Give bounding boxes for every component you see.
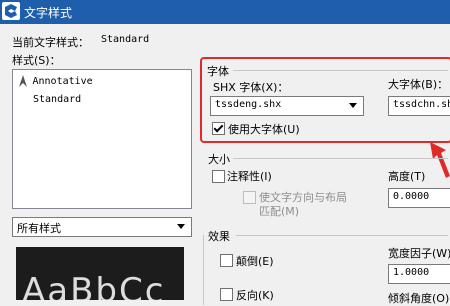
title-bar: 文字样式 [0,0,450,24]
size-group-divider [233,158,448,159]
styles-label: 样式(S)： [12,54,61,67]
style-filter-value: 所有样式 [17,222,61,235]
match-orientation-label-2: 匹配(M) [259,205,300,218]
annotative-icon [19,75,27,87]
height-label: 高度(T) [388,170,426,183]
backwards-checkbox[interactable] [220,288,233,301]
width-factor-input[interactable]: 1.0000 [388,264,450,284]
highlight-box [200,57,450,143]
annotative-label: 注释性(I) [227,170,272,183]
match-orientation-checkbox[interactable] [243,191,256,204]
upside-down-checkbox[interactable] [220,254,233,267]
oblique-angle-label: 倾斜角度(O)： [388,292,450,305]
height-input[interactable]: 0.0000 [388,188,450,208]
style-filter-dropdown[interactable]: 所有样式 [12,217,192,237]
list-item-label: Annotative [32,76,93,87]
upside-down-label: 颠倒(E) [236,255,274,268]
styles-list[interactable]: Annotative Standard [12,69,192,209]
effects-group-border [203,235,204,305]
current-style-value: Standard [101,34,150,45]
size-group-label: 大小 [208,153,230,166]
text-preview: AaBbCc [16,247,184,300]
list-item-annotative[interactable]: Annotative [17,74,93,87]
backwards-label: 反向(K) [236,289,274,302]
list-item-standard[interactable]: Standard [33,92,81,105]
width-factor-value: 1.0000 [393,267,430,278]
width-factor-label: 宽度因子(W)： [388,247,450,260]
window-title: 文字样式 [24,6,73,20]
red-arrow-icon [430,142,450,178]
preview-text: AaBbCc [22,271,166,300]
chevron-down-icon [177,224,185,229]
effects-group-label: 效果 [208,230,230,243]
current-style-label: 当前文字样式： [12,36,89,49]
effects-group-divider [236,235,448,236]
height-value: 0.0000 [393,191,430,202]
annotative-checkbox[interactable] [212,170,225,183]
app-icon [2,2,20,20]
list-item-label: Standard [33,94,82,105]
